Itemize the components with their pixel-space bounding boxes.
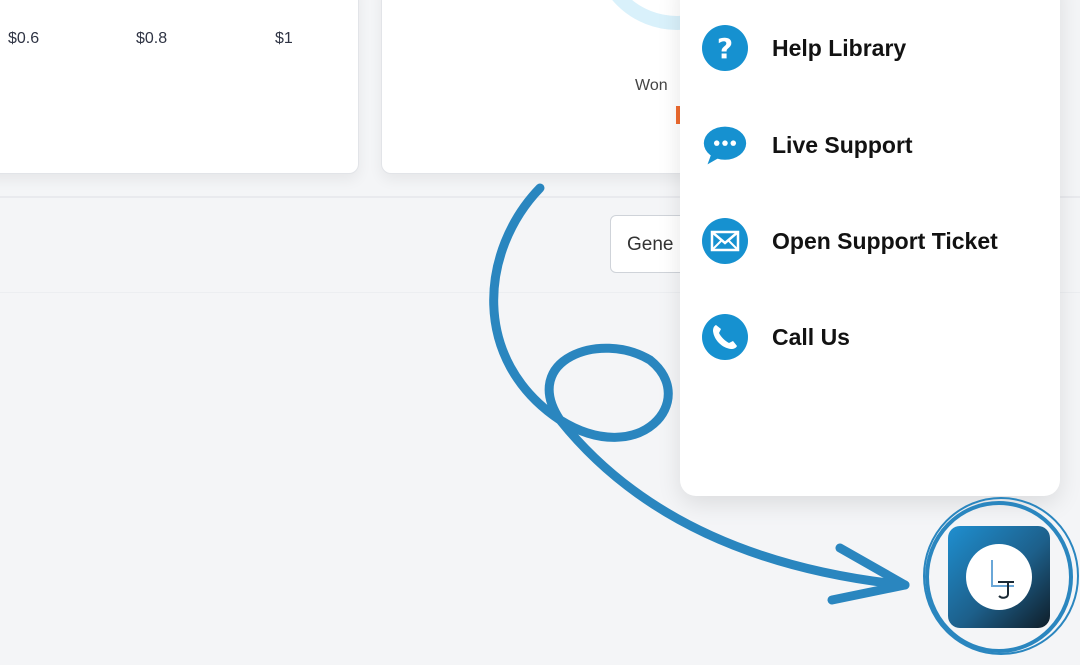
annotation-circle xyxy=(923,497,1079,655)
annotation-arrow-overlay xyxy=(489,183,1079,655)
annotation-circle xyxy=(925,501,1073,653)
annotation-arrow xyxy=(489,183,910,590)
